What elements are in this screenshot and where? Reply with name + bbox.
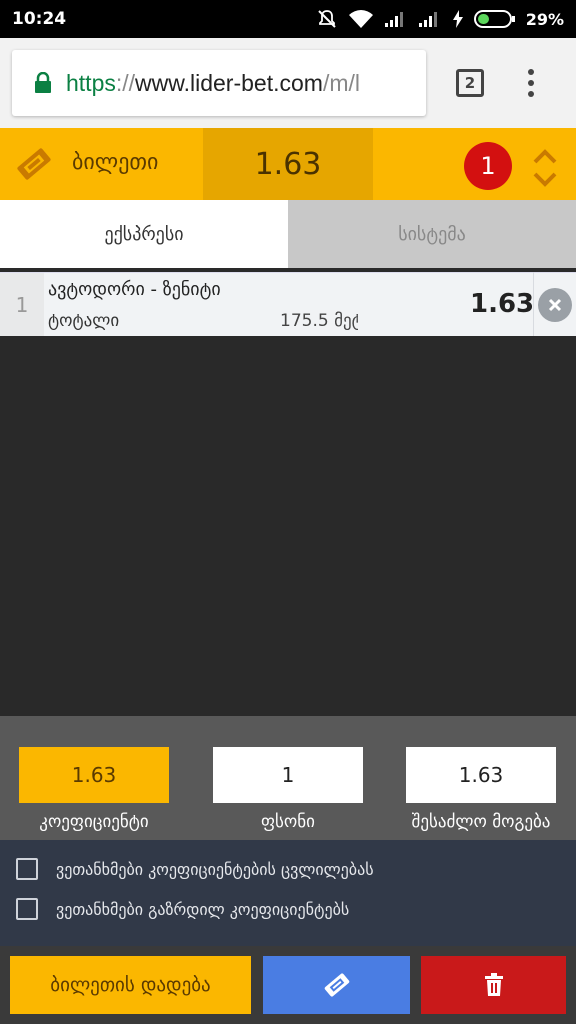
- agreements-panel: ვეთანხმები კოეფიციენტების ცვლილებას ვეთა…: [0, 840, 576, 946]
- stake-input[interactable]: 1: [213, 747, 363, 803]
- bet-odds: 1.63: [470, 289, 535, 319]
- possible-win-label: შესაძლო მოგება: [411, 812, 551, 832]
- bet-divider: [533, 272, 534, 338]
- expand-collapse-icon[interactable]: [532, 148, 558, 188]
- save-ticket-button[interactable]: [263, 956, 410, 1014]
- action-bar: ბილეთის დადება: [0, 946, 576, 1024]
- overflow-menu-icon[interactable]: [528, 69, 534, 97]
- agree-odds-increase[interactable]: ვეთანხმები გაზრდილ კოეფიციენტებს: [16, 898, 349, 920]
- bet-market: ტოტალი: [48, 311, 120, 331]
- possible-win-value: 1.63: [406, 747, 556, 803]
- remove-bet-button[interactable]: [538, 288, 572, 322]
- bet-match: ავტოდორი - ზენიტი: [48, 279, 221, 300]
- calculation-panel: 1.63 1 1.63 კოეფიციენტი ფსონი შესაძლო მო…: [0, 716, 576, 840]
- tab-system[interactable]: სისტემა: [288, 200, 576, 268]
- signal-icon: [418, 12, 437, 27]
- signal-icon: [384, 12, 403, 27]
- empty-area: [0, 336, 576, 716]
- agree-odds-increase-label: ვეთანხმები გაზრდილ კოეფიციენტებს: [56, 899, 350, 919]
- ticket-icon: [324, 973, 349, 997]
- agree-odds-change[interactable]: ვეთანხმები კოეფიციენტების ცვლილებას: [16, 858, 374, 880]
- bet-type-tabs: ექსპრესი სისტემა: [0, 200, 576, 268]
- browser-toolbar: https://www.lider-bet.com/m/l 2: [0, 38, 576, 128]
- agree-odds-change-checkbox[interactable]: [16, 858, 38, 880]
- lock-icon: [35, 72, 51, 93]
- agree-odds-increase-checkbox[interactable]: [16, 898, 38, 920]
- status-bar: 10:24 29%: [0, 0, 576, 38]
- stake-label: ფსონი: [261, 812, 315, 832]
- status-icons: 29%: [316, 8, 564, 30]
- trash-icon: [484, 973, 503, 996]
- coefficient-label: კოეფიციენტი: [39, 812, 149, 832]
- ticket-title: ბილეთი: [72, 150, 159, 175]
- close-icon: [548, 298, 562, 312]
- coefficient-value: 1.63: [19, 747, 169, 803]
- address-bar[interactable]: https://www.lider-bet.com/m/l: [12, 50, 426, 116]
- bet-item: 1 ავტოდორი - ზენიტი ტოტალი 175.5 მეტი 1.…: [0, 272, 576, 337]
- total-odds: 1.63: [203, 128, 373, 200]
- bet-count-badge: 1: [464, 142, 512, 190]
- wifi-icon: [348, 10, 373, 28]
- charging-icon: [452, 10, 463, 28]
- status-time: 10:24: [12, 9, 67, 29]
- tab-switcher-button[interactable]: 2: [456, 69, 484, 97]
- mute-icon: [317, 10, 336, 28]
- ticket-icon: [17, 148, 51, 180]
- bet-line: 175.5 მეტი: [280, 311, 358, 331]
- place-bet-button[interactable]: ბილეთის დადება: [10, 956, 251, 1014]
- battery-percentage: 29%: [525, 9, 564, 29]
- delete-ticket-button[interactable]: [421, 956, 566, 1014]
- url-text: https://www.lider-bet.com/m/l: [66, 69, 360, 96]
- tab-express[interactable]: ექსპრესი: [0, 200, 288, 268]
- bet-index: 1: [0, 273, 44, 337]
- agree-odds-change-label: ვეთანხმები კოეფიციენტების ცვლილებას: [56, 859, 374, 879]
- battery-icon: [473, 10, 515, 28]
